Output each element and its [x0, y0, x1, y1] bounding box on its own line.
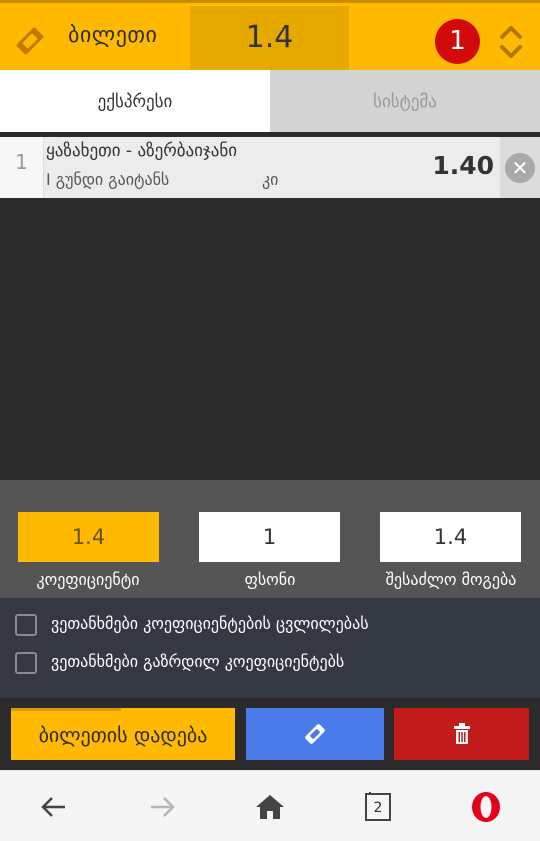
clear-betslip-button[interactable] [394, 708, 529, 760]
betslip-title: ბილეთი [68, 23, 158, 48]
bet-market: I გუნდი გაიტანს [46, 170, 170, 189]
ticket-icon [16, 27, 44, 55]
tabs-button[interactable]: 2 [362, 791, 394, 823]
bet-odds: 1.40 [432, 151, 494, 180]
betslip-empty-area [0, 198, 540, 480]
tabs-count: 2 [373, 800, 383, 816]
accept-odds-change-label[interactable]: ვეთანხმები კოეფიციენტების ცვლილებას [51, 614, 369, 633]
bet-selection-row: 1 ყაზახეთი - აზერბაიჯანი I გუნდი გაიტანს… [0, 137, 540, 198]
forward-arrow-icon[interactable] [146, 791, 178, 823]
possible-win-label: შესაძლო მოგება [385, 570, 517, 589]
bet-options: ვეთანხმები კოეფიციენტების ცვლილებას ვეთა… [0, 598, 540, 698]
total-odds-box: 1.4 [190, 6, 349, 70]
remove-bet-button[interactable]: ✕ [500, 137, 540, 198]
bet-match-name: ყაზახეთი - აზერბაიჯანი [46, 141, 238, 161]
stake-input[interactable]: 1 [199, 512, 340, 562]
trash-icon [453, 723, 470, 744]
betslip-header[interactable]: ბილეთი 1.4 1 [0, 0, 540, 70]
bet-index: 1 [0, 137, 44, 198]
place-bet-button[interactable]: ბილეთის დადება [11, 708, 235, 760]
possible-win-field: 1.4 [380, 512, 521, 562]
accept-increased-odds-label[interactable]: ვეთანხმები გაზრდილ კოეფიციენტებს [51, 652, 344, 671]
bet-choice: კი [262, 170, 279, 189]
browser-nav-bar: 2 [0, 770, 540, 841]
home-icon[interactable] [254, 791, 286, 823]
place-bet-label: ბილეთის დადება [38, 723, 208, 747]
opera-logo-icon[interactable] [470, 791, 502, 823]
accept-odds-change-checkbox[interactable] [15, 614, 37, 636]
place-bet-accent [11, 708, 121, 711]
stake-label: ფსონი [244, 570, 296, 589]
coefficient-label: კოეფიციენტი [36, 570, 140, 589]
tab-express[interactable]: ექსპრესი [0, 70, 270, 132]
expand-collapse-icon[interactable] [498, 23, 524, 61]
ticket-icon [305, 724, 325, 744]
close-circle-icon: ✕ [505, 153, 535, 183]
selection-count-badge: 1 [435, 19, 480, 64]
tab-system[interactable]: სისტემა [270, 70, 540, 132]
coefficient-field: 1.4 [18, 512, 159, 562]
back-arrow-icon[interactable] [38, 791, 70, 823]
betslip-actions: ბილეთის დადება [0, 698, 540, 770]
save-ticket-button[interactable] [246, 708, 384, 760]
accept-increased-odds-checkbox[interactable] [15, 652, 37, 674]
stake-panel: 1.4 1 1.4 კოეფიციენტი ფსონი შესაძლო მოგე… [0, 480, 540, 598]
total-odds: 1.4 [245, 20, 294, 55]
bet-type-tabs: ექსპრესი სისტემა [0, 70, 540, 132]
